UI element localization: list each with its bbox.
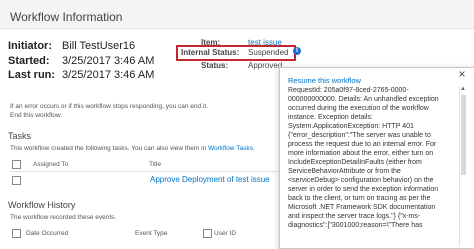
last-run-label: Last run: (8, 69, 56, 81)
task-row-checkbox[interactable] (12, 176, 21, 185)
tasks-select-all-checkbox[interactable] (12, 160, 21, 169)
page-title: Workflow Information (10, 10, 123, 24)
history-user-checkbox[interactable] (203, 229, 212, 238)
history-col-date[interactable]: Date Occurred (26, 230, 68, 237)
internal-status-value: Suspended (248, 48, 289, 57)
status-value: Approved (248, 61, 283, 70)
history-col-user[interactable]: User ID (214, 230, 236, 237)
resume-workflow-link[interactable]: Resume this workflow (288, 76, 361, 85)
history-col-event[interactable]: Event Type (135, 230, 167, 237)
tasks-header-divider (10, 171, 278, 172)
tasks-heading: Tasks (8, 131, 32, 141)
initiator-label: Initiator: (8, 40, 52, 52)
scroll-up-icon[interactable]: ▲ (460, 86, 466, 92)
scroll-thumb[interactable] (461, 95, 466, 175)
error-message-text: RequestId: 205a0f97-8ced-2765-0000-00000… (288, 87, 439, 229)
tasks-col-title[interactable]: Title (149, 161, 161, 168)
close-icon[interactable]: × (456, 68, 468, 80)
workflow-tasks-link[interactable]: Workflow Tasks (208, 145, 253, 152)
started-value: 3/25/2017 3:46 AM (62, 55, 155, 67)
task-title-link[interactable]: Approve Deployment of test issue (150, 175, 270, 184)
history-select-all-checkbox[interactable] (12, 229, 21, 238)
last-run-value: 3/25/2017 3:46 AM (62, 69, 155, 81)
initiator-value: Bill TestUser16 (62, 40, 136, 52)
internal-status-label: Internal Status: (181, 48, 240, 57)
tasks-description: This workflow created the following task… (10, 145, 255, 152)
error-hint-text: If an error occurs or if this workflow s… (10, 103, 208, 110)
info-icon[interactable]: i (293, 47, 301, 55)
tasks-description-prefix: This workflow created the following task… (10, 145, 208, 152)
history-heading: Workflow History (8, 200, 76, 210)
history-description: The workflow recorded these events. (10, 214, 117, 221)
started-label: Started: (8, 55, 50, 67)
tasks-col-assigned[interactable]: Assigned To (33, 161, 68, 168)
status-label: Status: (201, 61, 229, 70)
tasks-description-suffix: . (252, 145, 255, 152)
end-workflow-link[interactable]: End this workflow. (10, 112, 62, 119)
